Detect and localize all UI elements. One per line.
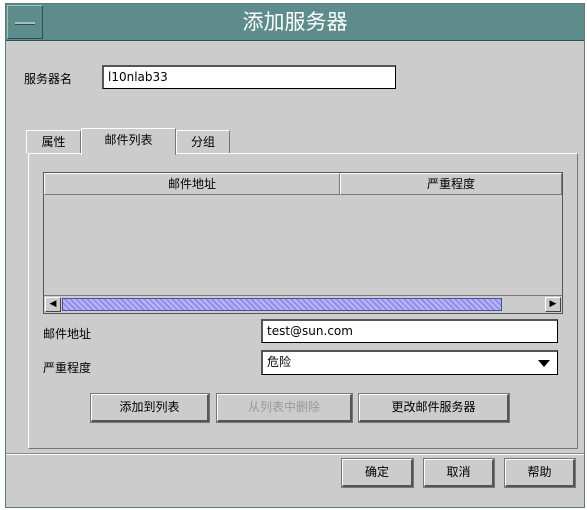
dialog-window: 添加服务器 服务器名 l10nlab33 属性 邮件列表 分组 邮件地址 严重程… [5, 3, 585, 508]
severity-selected-value: 危险 [267, 355, 292, 369]
server-name-label: 服务器名 [24, 72, 73, 86]
add-to-list-button[interactable]: 添加到列表 [90, 393, 210, 423]
column-header-severity[interactable]: 严重程度 [340, 173, 562, 195]
scroll-left-arrow-icon[interactable]: ◀ [45, 297, 61, 312]
email-label: 邮件地址 [43, 327, 92, 341]
mail-list-table[interactable]: 邮件地址 严重程度 ◀ ▶ [43, 172, 563, 314]
window-menu-button[interactable] [7, 5, 43, 39]
horizontal-scrollbar[interactable]: ◀ ▶ [44, 295, 562, 313]
window-menu-icon [15, 22, 35, 25]
tab-properties[interactable]: 属性 [26, 130, 81, 153]
severity-label: 严重程度 [43, 361, 92, 375]
severity-select[interactable]: 危险 [261, 350, 558, 375]
scroll-right-arrow-icon[interactable]: ▶ [545, 297, 561, 312]
change-mail-server-button[interactable]: 更改邮件服务器 [358, 393, 510, 423]
email-input[interactable]: test@sun.com [261, 319, 558, 343]
ok-button[interactable]: 确定 [341, 458, 414, 488]
tab-groups[interactable]: 分组 [176, 130, 230, 153]
column-header-email[interactable]: 邮件地址 [44, 173, 340, 195]
footer-divider [6, 453, 584, 455]
help-button[interactable]: 帮助 [504, 458, 576, 488]
server-name-input[interactable]: l10nlab33 [102, 65, 396, 89]
scroll-thumb[interactable] [62, 298, 502, 311]
window-title: 添加服务器 [242, 10, 348, 34]
chevron-down-icon [538, 360, 550, 367]
remove-from-list-button[interactable]: 从列表中删除 [216, 393, 353, 423]
cancel-button[interactable]: 取消 [423, 458, 495, 488]
tab-mail-list[interactable]: 邮件列表 [81, 128, 176, 155]
title-bar[interactable]: 添加服务器 [6, 4, 584, 41]
